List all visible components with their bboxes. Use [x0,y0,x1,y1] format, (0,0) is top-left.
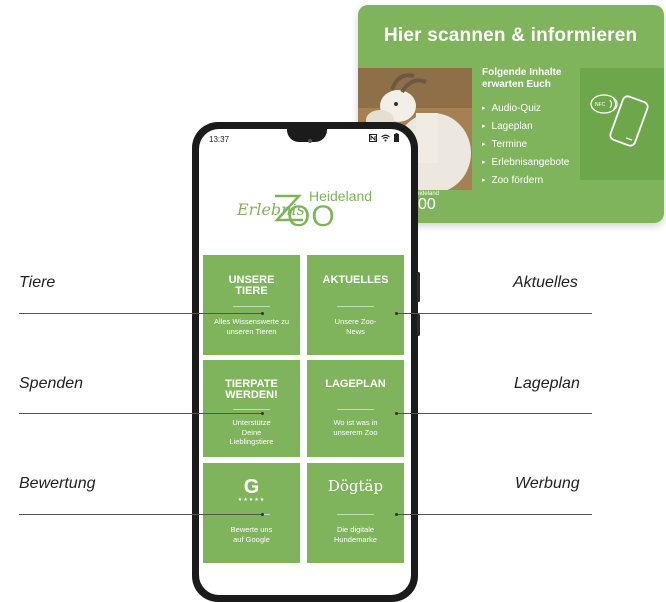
smartphone: 13:37 Erlebnis Heideland OO UNSERE TIERE… [192,122,420,602]
connector-spenden [19,413,262,414]
zoo-logo: Erlebnis Heideland OO [225,180,405,260]
wifi-icon [381,134,390,141]
rating-stars: ★★★★★ [237,497,266,503]
feature-item: ▸ Termine [482,139,528,150]
label-spenden: Spenden [19,375,84,392]
nfc-panel: NFC [580,68,664,180]
label-bewertung: Bewertung [19,475,96,492]
connector-werbung [397,514,592,515]
nfc-icon [369,133,377,142]
connector-aktuelles [397,313,592,314]
feature-item: ▸ Lageplan [482,121,533,132]
tile-tierpate-werden[interactable]: TIERPATE WERDEN! Unterstütze Deine Liebl… [203,360,300,457]
features-list: ▸ Audio-Quiz ▸ Lageplan ▸ Termine ▸ Erlebnis… [482,100,569,190]
svg-text:NFC: NFC [595,102,606,108]
power-button [417,314,420,336]
battery-icon [394,133,399,142]
volume-button [417,272,420,302]
label-tiere: Tiere [19,274,56,291]
tile-lageplan[interactable]: LAGEPLAN Wo ist was in unserem Zoo [307,360,404,457]
features-heading: Folgende Inhalte erwarten Euch [482,67,562,90]
tile-aktuelles[interactable]: AKTUELLES Unsere Zoo-News [307,255,404,355]
connector-lageplan [397,413,592,414]
logo-oo: OO [287,200,336,233]
tile-dogtap[interactable]: Dögtäp Die digitale Hundemarke [307,463,404,563]
phone-notch [287,129,327,142]
label-werbung: Werbung [515,475,580,492]
phone-screen: 13:37 Erlebnis Heideland OO UNSERE TIERE… [199,129,411,595]
google-icon: G [243,476,260,498]
tile-google-bewertung[interactable]: G ★★★★★ Bewerte uns auf Google [203,463,300,563]
feature-item: ▸ Erlebnisangebote [482,157,570,168]
status-icons [369,133,399,142]
front-camera-icon [308,139,312,143]
label-aktuelles: Aktuelles [513,274,578,291]
tile-unsere-tiere[interactable]: UNSERE TIERE Alles Wissenswerte zu unser… [203,255,300,355]
nfc-phone-icon: NFC [590,94,649,147]
label-lageplan: Lageplan [514,375,580,392]
dogtap-logo: Dögtäp [327,477,384,495]
connector-tiere [19,313,262,314]
card-brand-zoo: 00 [418,196,436,213]
connector-bewertung [19,514,262,515]
card-title: Hier scannen & informieren [384,25,638,46]
status-time: 13:37 [209,135,230,144]
feature-item: ▸ Zoo fördern [482,175,544,186]
feature-item: ▸ Audio-Quiz [482,103,541,114]
